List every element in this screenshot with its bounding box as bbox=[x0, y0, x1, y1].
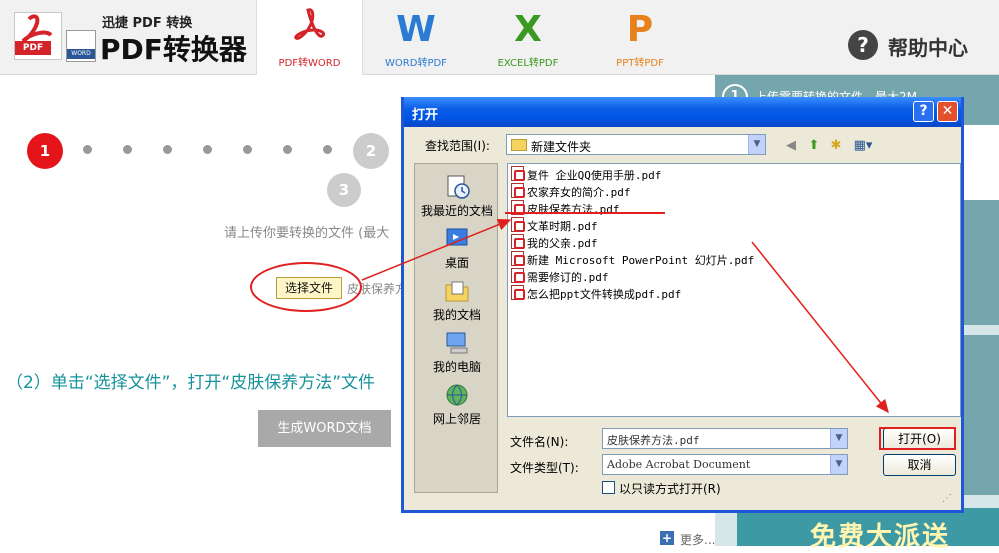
arrow-to-file bbox=[361, 218, 512, 281]
arrow-to-open bbox=[751, 241, 889, 414]
annotation-arrows bbox=[361, 218, 889, 414]
